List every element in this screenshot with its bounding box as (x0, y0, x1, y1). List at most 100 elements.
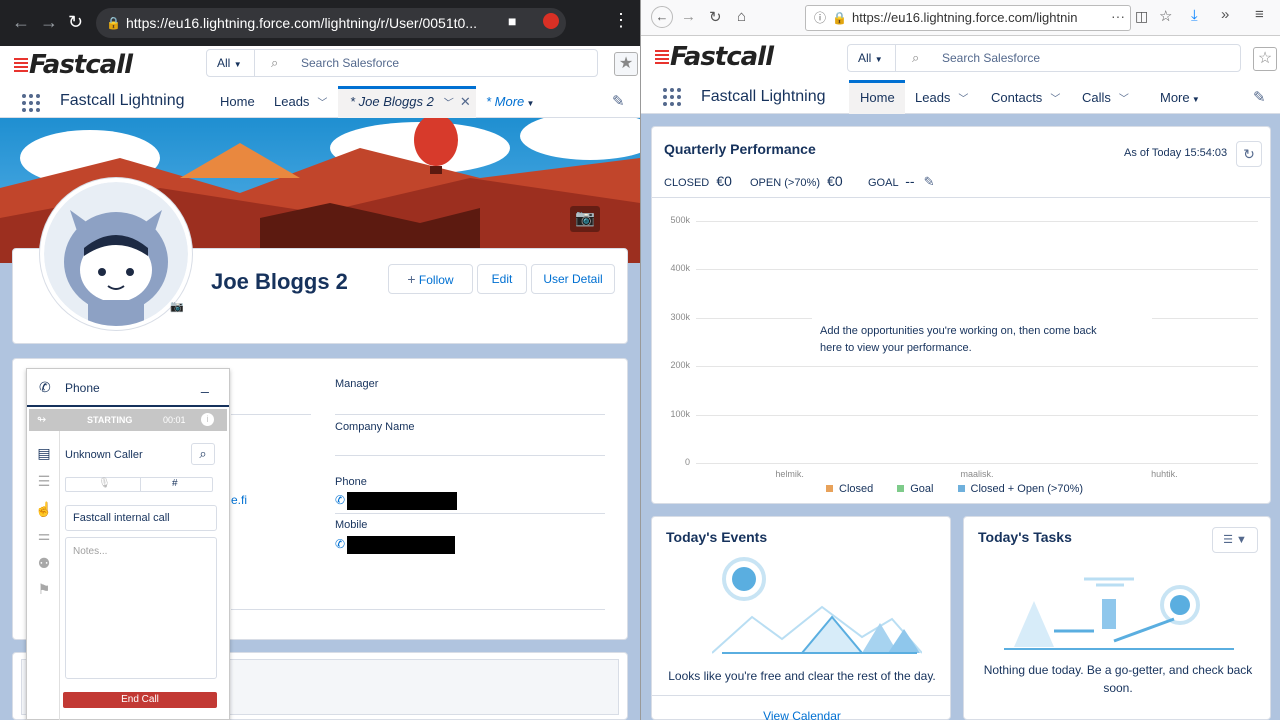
search-icon: ⌕ (912, 50, 920, 65)
task-filter-dropdown[interactable]: ☰ ▼ (1212, 527, 1258, 553)
settings-sliders-icon[interactable]: ⚌ (33, 527, 55, 547)
nav-leads[interactable]: Leads ﹀ (915, 90, 968, 105)
forward-icon[interactable]: → (40, 12, 58, 33)
pocket-icon[interactable]: ◫ (1135, 8, 1148, 25)
info-icon[interactable]: i (201, 413, 214, 426)
address-bar[interactable]: ⓘ 🔒 https://eu16.lightning.force.com/lig… (805, 5, 1131, 31)
divider (335, 414, 605, 415)
manager-label: Manager (335, 378, 379, 390)
favorites-star-icon[interactable]: ☆ (1253, 47, 1277, 71)
nav-home[interactable]: Home (220, 94, 255, 109)
back-icon[interactable]: ← (12, 12, 30, 33)
divider (652, 695, 950, 696)
end-call-button[interactable]: End Call (63, 692, 217, 708)
fastcall-logo: Fastcall (655, 42, 774, 72)
nav-more[interactable]: More ▼ (1160, 90, 1200, 105)
search-input[interactable]: Search Salesforce (942, 45, 1040, 71)
edit-nav-icon[interactable]: ✎ (1253, 88, 1266, 106)
page-actions-icon[interactable]: ··· (1111, 8, 1125, 24)
legend-item[interactable]: Goal (897, 483, 934, 495)
follow-button[interactable]: + Follow (388, 264, 473, 294)
nav-calls[interactable]: Calls ﹀ (1082, 90, 1129, 105)
open-label: OPEN (>70%) (750, 177, 820, 189)
overflow-icon[interactable]: » (1221, 6, 1229, 23)
right-browser-window: ← → ↻ ⌂ ⓘ 🔒 https://eu16.lightning.force… (640, 0, 1280, 720)
forward-icon[interactable]: → (681, 8, 696, 25)
reload-icon[interactable]: ↻ (68, 12, 83, 33)
open-metric: OPEN (>70%) €0 (750, 173, 843, 189)
menu-icon[interactable]: ≡ (1255, 6, 1264, 23)
call-log-icon[interactable]: ▤ (33, 445, 55, 465)
divider (652, 197, 1270, 198)
camera-icon[interactable]: ■ (508, 13, 516, 29)
address-bar-url: https://eu16.lightning.force.com/lightni… (126, 15, 477, 31)
site-info-icon[interactable]: ⓘ (814, 6, 826, 30)
app-launcher-icon[interactable] (663, 88, 681, 106)
open-value: €0 (827, 173, 843, 189)
chart-gridline (696, 269, 1258, 271)
email-link[interactable]: e.fi (231, 493, 247, 507)
home-icon[interactable]: ⌂ (737, 8, 746, 25)
closed-label: CLOSED (664, 177, 710, 189)
search-scope-select[interactable]: All ▼ (848, 45, 896, 71)
search-scope-select[interactable]: All ▼ (207, 50, 255, 76)
nav-home[interactable]: Home (849, 80, 905, 114)
legend-swatch (957, 485, 965, 492)
address-bar[interactable]: 🔒 https://eu16.lightning.force.com/light… (96, 8, 566, 38)
minimize-icon[interactable]: _ (201, 377, 209, 393)
keypad-icon[interactable]: # (172, 478, 178, 489)
user-detail-button[interactable]: User Detail (531, 264, 615, 294)
performance-title: Quarterly Performance (664, 141, 816, 157)
flag-icon[interactable]: ⚑ (33, 581, 55, 601)
edit-nav-icon[interactable]: ✎ (612, 92, 625, 110)
extension-icon[interactable] (543, 13, 559, 29)
edit-button[interactable]: Edit (477, 264, 527, 294)
legend-item[interactable]: Closed (826, 483, 873, 495)
refresh-icon[interactable]: ↻ (1236, 141, 1262, 167)
chevron-down-icon[interactable]: ﹀ (317, 98, 327, 109)
close-tab-icon[interactable]: ✕ (460, 94, 471, 109)
todays-events-card: Today's Events Looks like you're free an… (651, 516, 951, 720)
x-tick-label: helmik. (775, 469, 804, 479)
view-calendar-link[interactable]: View Calendar (662, 709, 942, 720)
nav-more[interactable]: * More ▼ (486, 94, 534, 109)
change-banner-camera-icon[interactable]: 📷 (570, 206, 600, 232)
legend-swatch (897, 485, 905, 492)
tab-joe-bloggs[interactable]: * Joe Bloggs 2 ﹀ ✕ (338, 86, 476, 118)
chevron-down-icon[interactable]: ﹀ (958, 94, 968, 105)
add-contact-icon[interactable]: ⚉ (33, 555, 55, 575)
control-divider (140, 478, 141, 491)
chevron-down-icon[interactable]: ﹀ (1050, 94, 1060, 105)
phone-icon[interactable]: ✆ (335, 493, 345, 507)
search-input[interactable]: Search Salesforce (301, 50, 399, 76)
legend-item[interactable]: Closed + Open (>70%) (957, 483, 1083, 495)
closed-metric: CLOSED €0 (664, 173, 732, 189)
bookmark-star-icon[interactable]: ☆ (1159, 7, 1172, 25)
task-list-icon[interactable]: ☰ (33, 473, 55, 493)
chevron-down-icon[interactable]: ﹀ (1119, 94, 1129, 105)
search-icon: ⌕ (271, 55, 279, 70)
global-search[interactable]: All ▼ ⌕ Search Salesforce (847, 44, 1241, 72)
favorites-star-icon[interactable]: ★ (614, 52, 638, 76)
back-icon[interactable]: ← (651, 6, 673, 28)
nav-leads[interactable]: Leads ﹀ (274, 94, 327, 109)
chevron-down-icon[interactable]: ﹀ (442, 98, 452, 109)
touch-icon[interactable]: ☝ (33, 501, 55, 521)
nav-contacts[interactable]: Contacts ﹀ (991, 90, 1060, 105)
legend-label: Goal (910, 483, 934, 495)
global-search[interactable]: All ▼ ⌕ Search Salesforce (206, 49, 598, 77)
menu-icon[interactable]: ⋮ (612, 10, 630, 31)
sidebar-divider (59, 431, 60, 720)
mobile-phone-icon[interactable]: ✆ (335, 537, 345, 551)
mobile-label: Mobile (335, 519, 368, 531)
change-photo-camera-icon[interactable]: 📷 (170, 300, 184, 313)
reload-icon[interactable]: ↻ (709, 8, 722, 26)
notes-textarea[interactable]: Notes... (65, 537, 217, 679)
call-subject-input[interactable]: Fastcall internal call (65, 505, 217, 531)
app-launcher-icon[interactable] (22, 94, 40, 112)
edit-goal-icon[interactable]: ✎ (924, 174, 935, 189)
call-transfer-icon[interactable]: ↬ (37, 409, 46, 431)
download-icon[interactable]: ⤓ (1191, 7, 1198, 24)
mute-microphone-icon[interactable]: 🎙 (98, 478, 111, 489)
search-icon[interactable]: ⌕ (191, 443, 215, 465)
